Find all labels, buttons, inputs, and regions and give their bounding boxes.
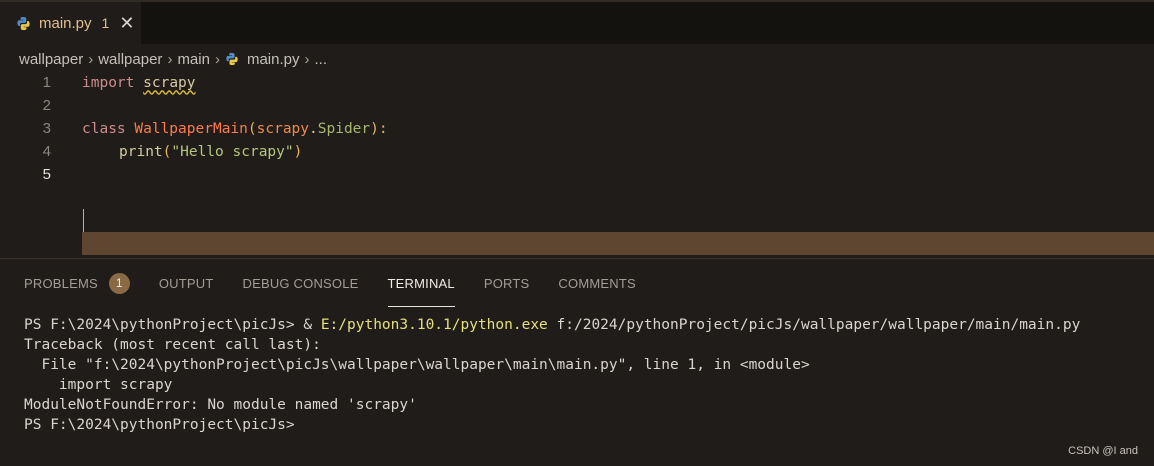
terminal-line: import scrapy: [24, 377, 173, 393]
problems-count-badge: 1: [108, 272, 130, 294]
line-number: 1: [42, 74, 51, 91]
string-literal: "Hello scrapy": [171, 143, 294, 160]
code-editor[interactable]: 1 import scrapy 2 3 class WallpaperMain(…: [0, 70, 1154, 260]
code-line-1[interactable]: 1 import scrapy: [0, 71, 1154, 94]
code-text[interactable]: import scrapy: [82, 75, 196, 91]
code-text[interactable]: print("Hello scrapy"): [119, 144, 302, 160]
breadcrumb-item-ellipsis[interactable]: ...: [314, 51, 327, 68]
tab-comments[interactable]: COMMENTS: [558, 269, 635, 297]
line-number: 4: [42, 143, 51, 160]
punctuation: (: [247, 120, 257, 137]
editor-tab-bar: main.py 1 ✕: [0, 0, 1154, 44]
current-line-highlight: [82, 232, 1154, 255]
chevron-right-icon: ›: [214, 50, 220, 68]
punctuation: .: [309, 120, 318, 137]
script-path: f:/2024/pythonProject/picJs/wallpaper/wa…: [547, 317, 1081, 333]
class-name: WallpaperMain: [134, 120, 248, 137]
keyword: import: [82, 74, 135, 91]
close-icon[interactable]: ✕: [119, 14, 134, 32]
code-line-5[interactable]: 5: [0, 163, 1154, 186]
terminal-output[interactable]: PS F:\2024\pythonProject\picJs> & E:/pyt…: [24, 315, 1080, 435]
python-icon: [17, 16, 30, 30]
punctuation: ):: [370, 120, 388, 137]
terminal-prompt-line: PS F:\2024\pythonProject\picJs>: [24, 417, 295, 433]
line-number: 3: [42, 120, 51, 137]
breadcrumb-item-wallpaper-2[interactable]: wallpaper: [98, 51, 162, 68]
code-line-2[interactable]: 2: [0, 94, 1154, 117]
terminal-prompt: PS F:\2024\pythonProject\picJs> &: [24, 317, 321, 333]
tab-main-py[interactable]: main.py 1 ✕: [0, 2, 141, 44]
punctuation: ): [293, 143, 303, 160]
keyword: class: [82, 120, 126, 137]
python-exe-path: E:/python3.10.1/python.exe: [320, 317, 548, 333]
base-class: Spider: [317, 120, 371, 137]
chevron-right-icon: ›: [167, 50, 173, 68]
chevron-right-icon: ›: [304, 50, 310, 68]
tab-output[interactable]: OUTPUT: [159, 269, 214, 297]
terminal-error-line: ModuleNotFoundError: No module named 'sc…: [24, 397, 417, 413]
module-name-warning[interactable]: scrapy: [143, 75, 195, 91]
line-number: 5: [42, 166, 51, 183]
terminal-line: Traceback (most recent call last):: [24, 337, 321, 353]
terminal-line: File "f:\2024\pythonProject\picJs\wallpa…: [24, 357, 810, 373]
python-icon: [226, 52, 238, 66]
panel-tab-bar: PROBLEMS 1 OUTPUT DEBUG CONSOLE TERMINAL…: [24, 269, 665, 307]
tab-terminal[interactable]: TERMINAL: [387, 269, 456, 307]
terminal-line: PS F:\2024\pythonProject\picJs> & E:/pyt…: [24, 315, 1080, 335]
watermark: CSDN @I and: [1068, 445, 1138, 457]
breadcrumb-item-wallpaper[interactable]: wallpaper: [19, 51, 83, 68]
chevron-right-icon: ›: [88, 50, 94, 68]
tab-label: main.py: [39, 14, 92, 32]
tab-ports[interactable]: PORTS: [484, 269, 530, 297]
tab-problems[interactable]: PROBLEMS 1: [24, 269, 130, 297]
module-name: scrapy: [256, 120, 310, 137]
line-number: 2: [42, 97, 51, 114]
indent-guide: [83, 209, 84, 232]
tab-problem-count: 1: [101, 15, 110, 31]
breadcrumb-item-main-py[interactable]: main.py: [247, 51, 300, 68]
code-line-3[interactable]: 3 class WallpaperMain(scrapy.Spider):: [0, 117, 1154, 140]
tab-problems-label: PROBLEMS: [24, 275, 98, 291]
function-name: print: [119, 143, 163, 160]
code-text[interactable]: class WallpaperMain(scrapy.Spider):: [82, 121, 388, 137]
code-line-4[interactable]: 4 print("Hello scrapy"): [0, 140, 1154, 163]
tab-debug-console[interactable]: DEBUG CONSOLE: [243, 269, 359, 297]
bottom-panel: PROBLEMS 1 OUTPUT DEBUG CONSOLE TERMINAL…: [0, 258, 1154, 466]
breadcrumb-item-main[interactable]: main: [177, 51, 210, 68]
